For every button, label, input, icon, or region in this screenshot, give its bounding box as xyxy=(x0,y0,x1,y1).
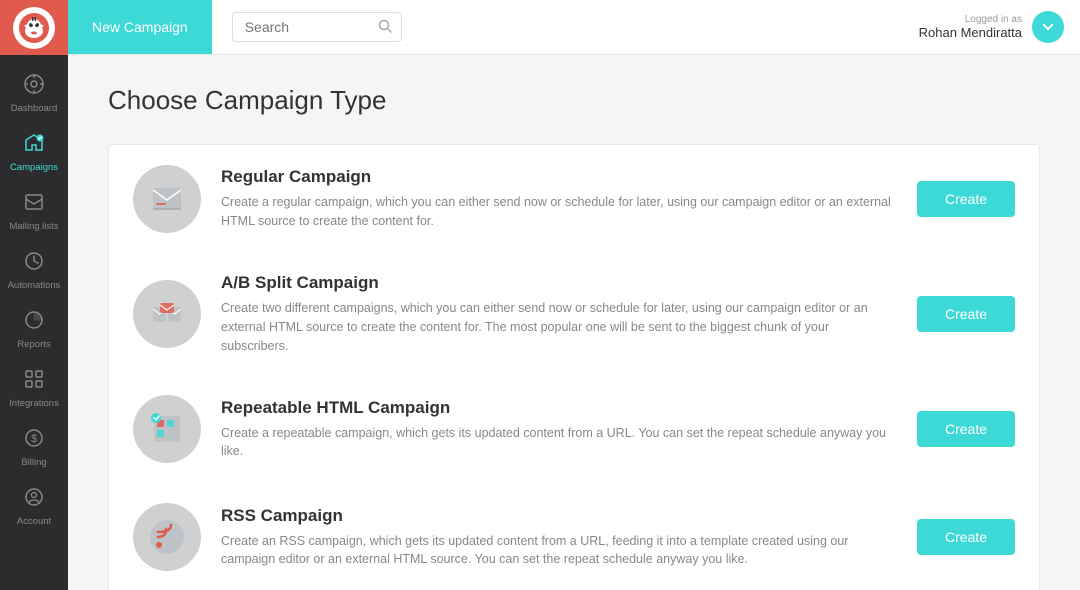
dashboard-icon xyxy=(23,73,45,99)
main-content: Choose Campaign Type Regular Campaign Cr… xyxy=(68,55,1080,590)
new-campaign-tab[interactable]: New Campaign xyxy=(68,0,212,54)
campaign-info-regular: Regular Campaign Create a regular campai… xyxy=(221,167,897,231)
sidebar-item-mailing-lists[interactable]: Mailing lists xyxy=(0,181,68,240)
sidebar-item-billing[interactable]: $ Billing xyxy=(0,417,68,476)
reports-label: Reports xyxy=(17,339,50,350)
create-button-ab[interactable]: Create xyxy=(917,296,1015,332)
campaign-row-regular: Regular Campaign Create a regular campai… xyxy=(108,144,1040,253)
campaign-row-rss: RSS Campaign Create an RSS campaign, whi… xyxy=(108,483,1040,590)
mailing-lists-label: Mailing lists xyxy=(9,221,58,232)
campaign-info-ab: A/B Split Campaign Create two different … xyxy=(221,273,897,355)
create-button-regular[interactable]: Create xyxy=(917,181,1015,217)
logo-icon xyxy=(13,7,55,49)
create-button-rss[interactable]: Create xyxy=(917,519,1015,555)
dashboard-label: Dashboard xyxy=(11,103,57,114)
sidebar-item-campaigns[interactable]: Campaigns xyxy=(0,122,68,181)
campaign-icon-regular xyxy=(133,165,201,233)
campaign-desc-rss: Create an RSS campaign, which gets its u… xyxy=(221,532,897,570)
campaign-row-ab: A/B Split Campaign Create two different … xyxy=(108,253,1040,375)
campaign-row-repeatable: Repeatable HTML Campaign Create a repeat… xyxy=(108,375,1040,483)
campaign-name-ab: A/B Split Campaign xyxy=(221,273,897,293)
user-name: Rohan Mendiratta xyxy=(919,25,1022,40)
user-dropdown-button[interactable] xyxy=(1032,11,1064,43)
sidebar-item-reports[interactable]: Reports xyxy=(0,299,68,358)
sidebar-item-automations[interactable]: Automations xyxy=(0,240,68,299)
campaign-desc-regular: Create a regular campaign, which you can… xyxy=(221,193,897,231)
search-area xyxy=(212,12,919,42)
sidebar-item-account[interactable]: Account xyxy=(0,476,68,535)
search-input[interactable] xyxy=(232,12,402,42)
campaign-name-rss: RSS Campaign xyxy=(221,506,897,526)
svg-text:$: $ xyxy=(31,433,37,445)
campaign-icon-rss xyxy=(133,503,201,571)
integrations-label: Integrations xyxy=(9,398,59,409)
automations-icon xyxy=(23,250,45,276)
campaign-info-repeatable: Repeatable HTML Campaign Create a repeat… xyxy=(221,398,897,462)
mailing-lists-icon xyxy=(23,191,45,217)
automations-label: Automations xyxy=(8,280,61,291)
search-icon xyxy=(378,19,392,36)
create-button-repeatable[interactable]: Create xyxy=(917,411,1015,447)
logo xyxy=(0,0,68,55)
campaign-info-rss: RSS Campaign Create an RSS campaign, whi… xyxy=(221,506,897,570)
sidebar-nav: Dashboard Campaigns Mailing lists xyxy=(0,55,68,535)
integrations-icon xyxy=(23,368,45,394)
topbar: New Campaign Logged in as Rohan Mendirat… xyxy=(68,0,1080,55)
campaigns-label: Campaigns xyxy=(10,162,58,173)
search-container xyxy=(232,12,402,42)
campaign-desc-repeatable: Create a repeatable campaign, which gets… xyxy=(221,424,897,462)
sidebar-item-integrations[interactable]: Integrations xyxy=(0,358,68,417)
reports-icon xyxy=(23,309,45,335)
billing-label: Billing xyxy=(21,457,46,468)
billing-icon: $ xyxy=(23,427,45,453)
sidebar: Dashboard Campaigns Mailing lists xyxy=(0,0,68,590)
account-label: Account xyxy=(17,516,51,527)
campaign-list: Regular Campaign Create a regular campai… xyxy=(108,144,1040,590)
campaign-name-regular: Regular Campaign xyxy=(221,167,897,187)
campaign-icon-repeatable xyxy=(133,395,201,463)
campaign-name-repeatable: Repeatable HTML Campaign xyxy=(221,398,897,418)
main-area: New Campaign Logged in as Rohan Mendirat… xyxy=(68,0,1080,590)
campaign-icon-ab xyxy=(133,280,201,348)
campaign-desc-ab: Create two different campaigns, which yo… xyxy=(221,299,897,355)
user-area: Logged in as Rohan Mendiratta xyxy=(919,11,1080,43)
account-icon xyxy=(23,486,45,512)
page-title: Choose Campaign Type xyxy=(108,85,1040,116)
campaigns-icon xyxy=(23,132,45,158)
logged-in-as-label: Logged in as xyxy=(919,14,1022,25)
sidebar-item-dashboard[interactable]: Dashboard xyxy=(0,63,68,122)
user-info: Logged in as Rohan Mendiratta xyxy=(919,14,1022,40)
